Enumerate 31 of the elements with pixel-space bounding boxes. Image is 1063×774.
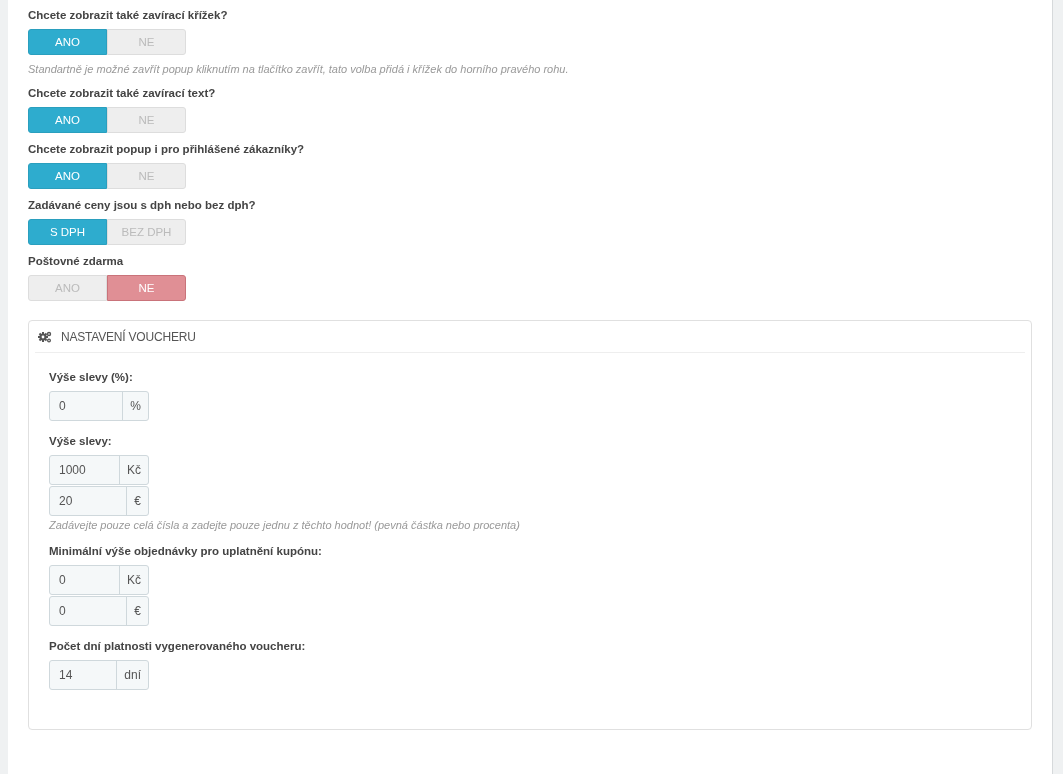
help-text: Standartně je možné zavřít popup kliknutím na tlačítko zavřít, tato volba přidá i křížek do horního pravého rohu. <box>28 63 570 75</box>
number-field[interactable]: 0 Kč <box>49 565 149 595</box>
gears-icon <box>38 330 52 343</box>
number-field[interactable]: 0 € <box>49 596 149 626</box>
number-input[interactable]: 20 <box>50 487 127 515</box>
unit-addon: % <box>122 392 148 420</box>
number-input[interactable]: 0 <box>50 392 123 420</box>
number-input[interactable]: 14 <box>50 661 117 689</box>
field-label: Výše slevy: <box>49 434 113 449</box>
setting-label: Poštovné zdarma <box>28 254 125 269</box>
unit-addon: Kč <box>119 456 148 484</box>
unit-addon: dní <box>116 661 148 689</box>
unit-addon: Kč <box>119 566 148 594</box>
panel-title: NASTAVENÍ VOUCHERU <box>61 329 196 344</box>
field-label: Počet dní platnosti vygenerovaného voucheru: <box>49 639 307 654</box>
setting-label: Zadávané ceny jsou s dph nebo bez dph? <box>28 198 257 213</box>
number-input[interactable]: 0 <box>50 566 119 594</box>
help-text: Zadávejte pouze celá čísla a zadejte pouze jednu z těchto hodnot! (pevná částka nebo procenta) <box>49 519 521 531</box>
field-label: Minimální výše objednávky pro uplatnění kupónu: <box>49 544 323 559</box>
unit-addon: € <box>126 597 148 625</box>
number-field[interactable]: 20 € <box>49 486 149 516</box>
number-input[interactable]: 0 <box>50 597 127 625</box>
unit-addon: € <box>126 487 148 515</box>
number-field[interactable]: 1000 Kč <box>49 455 149 485</box>
number-input[interactable]: 1000 <box>50 456 119 484</box>
number-field[interactable]: 0 % <box>49 391 149 421</box>
field-label: Výše slevy (%): <box>49 370 134 385</box>
setting-label: Chcete zobrazit také zavírací text? <box>28 86 217 101</box>
setting-label: Chcete zobrazit také zavírací křížek? <box>28 8 229 23</box>
number-field[interactable]: 14 dní <box>49 660 149 690</box>
setting-label: Chcete zobrazit popup i pro přihlášené zákazníky? <box>28 142 306 157</box>
